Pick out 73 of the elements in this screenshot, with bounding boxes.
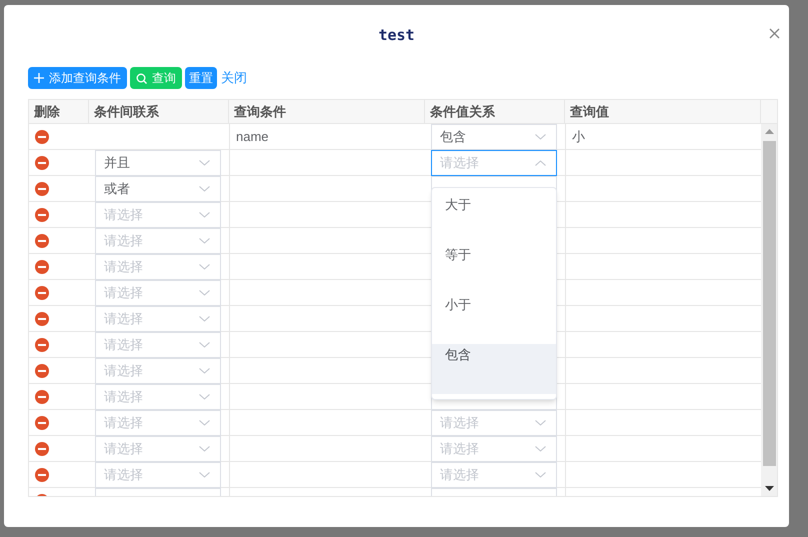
select-field[interactable]: 请选择 <box>95 410 221 436</box>
chevron-down-icon <box>199 368 210 374</box>
table-cell-text: 小 <box>572 128 585 146</box>
select-field[interactable]: 请选择 <box>95 202 221 228</box>
select-field[interactable]: 并且 <box>95 150 221 176</box>
select-field[interactable]: 请选择 <box>95 228 221 254</box>
select-field[interactable]: 请选择 <box>95 436 221 462</box>
chevron-down-icon <box>199 342 210 348</box>
select-field[interactable]: 请选择 <box>95 358 221 384</box>
chevron-down-icon <box>199 316 210 322</box>
chevron-down-icon <box>535 472 546 478</box>
column-header: 条件间联系 <box>94 102 159 121</box>
remove-icon[interactable] <box>35 312 49 326</box>
scrollbar-thumb[interactable] <box>763 141 776 466</box>
remove-icon[interactable] <box>35 260 49 274</box>
chevron-down-icon <box>199 264 210 270</box>
column-header: 查询值 <box>570 102 609 121</box>
dialog-title: test <box>378 24 415 46</box>
remove-icon[interactable] <box>35 364 49 378</box>
close-link[interactable]: 关闭 <box>221 68 247 88</box>
search-button[interactable]: 查询 <box>130 67 182 89</box>
chevron-down-icon <box>199 212 210 218</box>
reset-button[interactable]: 重置 <box>185 67 217 89</box>
select-field[interactable]: 包含 <box>431 124 557 150</box>
search-icon <box>136 72 147 84</box>
dropdown-option[interactable]: 小于 <box>432 294 556 344</box>
select-field[interactable]: 请选择 <box>95 332 221 358</box>
remove-icon[interactable] <box>35 390 49 404</box>
remove-icon[interactable] <box>35 208 49 222</box>
remove-icon[interactable] <box>35 338 49 352</box>
select-field[interactable]: 请选择 <box>95 280 221 306</box>
remove-icon[interactable] <box>35 468 49 482</box>
scroll-down-icon[interactable] <box>765 486 774 491</box>
remove-icon[interactable] <box>35 130 49 144</box>
dropdown-option[interactable]: 包含 <box>432 344 556 394</box>
select-field[interactable]: 请选择 <box>431 462 557 488</box>
table-cell-text: name <box>236 128 269 146</box>
column-header: 查询条件 <box>234 102 286 121</box>
chevron-down-icon <box>535 446 546 452</box>
column-header: 删除 <box>34 102 60 121</box>
select-field[interactable]: 请选择 <box>431 410 557 436</box>
chevron-up-icon <box>535 160 546 166</box>
chevron-down-icon <box>535 134 546 140</box>
dropdown-option[interactable]: 等于 <box>432 244 556 294</box>
chevron-down-icon <box>199 186 210 192</box>
select-field[interactable]: 请选择 <box>95 384 221 410</box>
chevron-down-icon <box>535 420 546 426</box>
select-field[interactable]: 请选择 <box>431 150 557 176</box>
chevron-down-icon <box>199 472 210 478</box>
remove-icon[interactable] <box>35 286 49 300</box>
remove-icon[interactable] <box>35 416 49 430</box>
close-icon[interactable] <box>769 28 780 39</box>
scrollbar[interactable] <box>761 124 777 496</box>
remove-icon[interactable] <box>35 442 49 456</box>
select-field[interactable]: 请选择 <box>95 462 221 488</box>
dropdown-option[interactable]: 大于 <box>432 194 556 244</box>
chevron-down-icon <box>199 160 210 166</box>
column-header: 条件值关系 <box>430 102 495 121</box>
chevron-down-icon <box>199 290 210 296</box>
chevron-down-icon <box>199 446 210 452</box>
remove-icon[interactable] <box>35 182 49 196</box>
remove-icon[interactable] <box>35 156 49 170</box>
select-field[interactable]: 请选择 <box>95 306 221 332</box>
chevron-down-icon <box>199 420 210 426</box>
scroll-up-icon[interactable] <box>765 129 774 134</box>
plus-icon <box>34 73 44 83</box>
add-condition-button[interactable]: 添加查询条件 <box>28 67 127 89</box>
select-field[interactable]: 或者 <box>95 176 221 202</box>
select-field[interactable]: 请选择 <box>431 436 557 462</box>
chevron-down-icon <box>199 238 210 244</box>
remove-icon[interactable] <box>35 234 49 248</box>
select-field[interactable]: 请选择 <box>95 254 221 280</box>
chevron-down-icon <box>199 394 210 400</box>
